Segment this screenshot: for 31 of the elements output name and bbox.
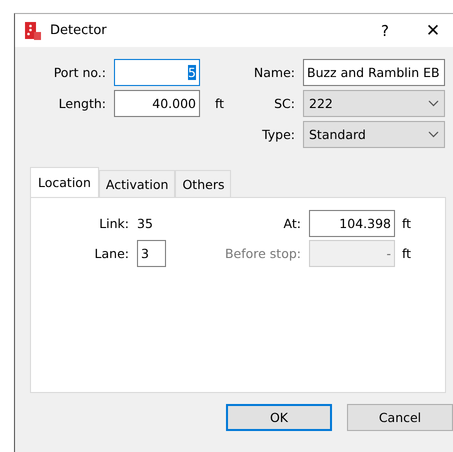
- unit-label: ft: [402, 216, 412, 231]
- field-label: At:: [282, 216, 301, 231]
- chevron-icon: [428, 131, 439, 138]
- input-field[interactable]: 5: [114, 59, 200, 86]
- field-label: Port no.:: [52, 65, 106, 80]
- tab[interactable]: Others: [175, 170, 232, 197]
- value-text: 35: [137, 216, 153, 231]
- field-label: SC:: [273, 96, 295, 111]
- field-label: Type:: [261, 127, 295, 142]
- input-field[interactable]: 40.000: [114, 90, 200, 117]
- help-button[interactable]: ?: [375, 16, 395, 46]
- window-title: Detector: [50, 23, 108, 38]
- dropdown[interactable]: 222: [303, 90, 445, 117]
- field-label: Name:: [252, 65, 295, 80]
- ok-button[interactable]: OK: [226, 404, 332, 431]
- tab[interactable]: Activation: [98, 170, 176, 197]
- app-icon: [25, 22, 41, 40]
- input-field[interactable]: 3: [137, 240, 166, 267]
- input-field[interactable]: Buzz and Ramblin EB: [303, 59, 445, 86]
- unit-label: ft: [402, 246, 412, 261]
- field-label: Length:: [58, 96, 106, 111]
- tab[interactable]: Location: [30, 167, 99, 197]
- input-field[interactable]: 104.398: [309, 210, 395, 237]
- field-label: Link:: [98, 216, 129, 231]
- chevron-icon: [428, 100, 439, 107]
- close-button[interactable]: ✕: [421, 16, 445, 46]
- field-label: Before stop:: [224, 246, 301, 261]
- unit-label: ft: [215, 96, 226, 111]
- cancel-button[interactable]: Cancel: [347, 404, 453, 431]
- dropdown[interactable]: Standard: [303, 121, 445, 148]
- field-label: Lane:: [94, 246, 129, 261]
